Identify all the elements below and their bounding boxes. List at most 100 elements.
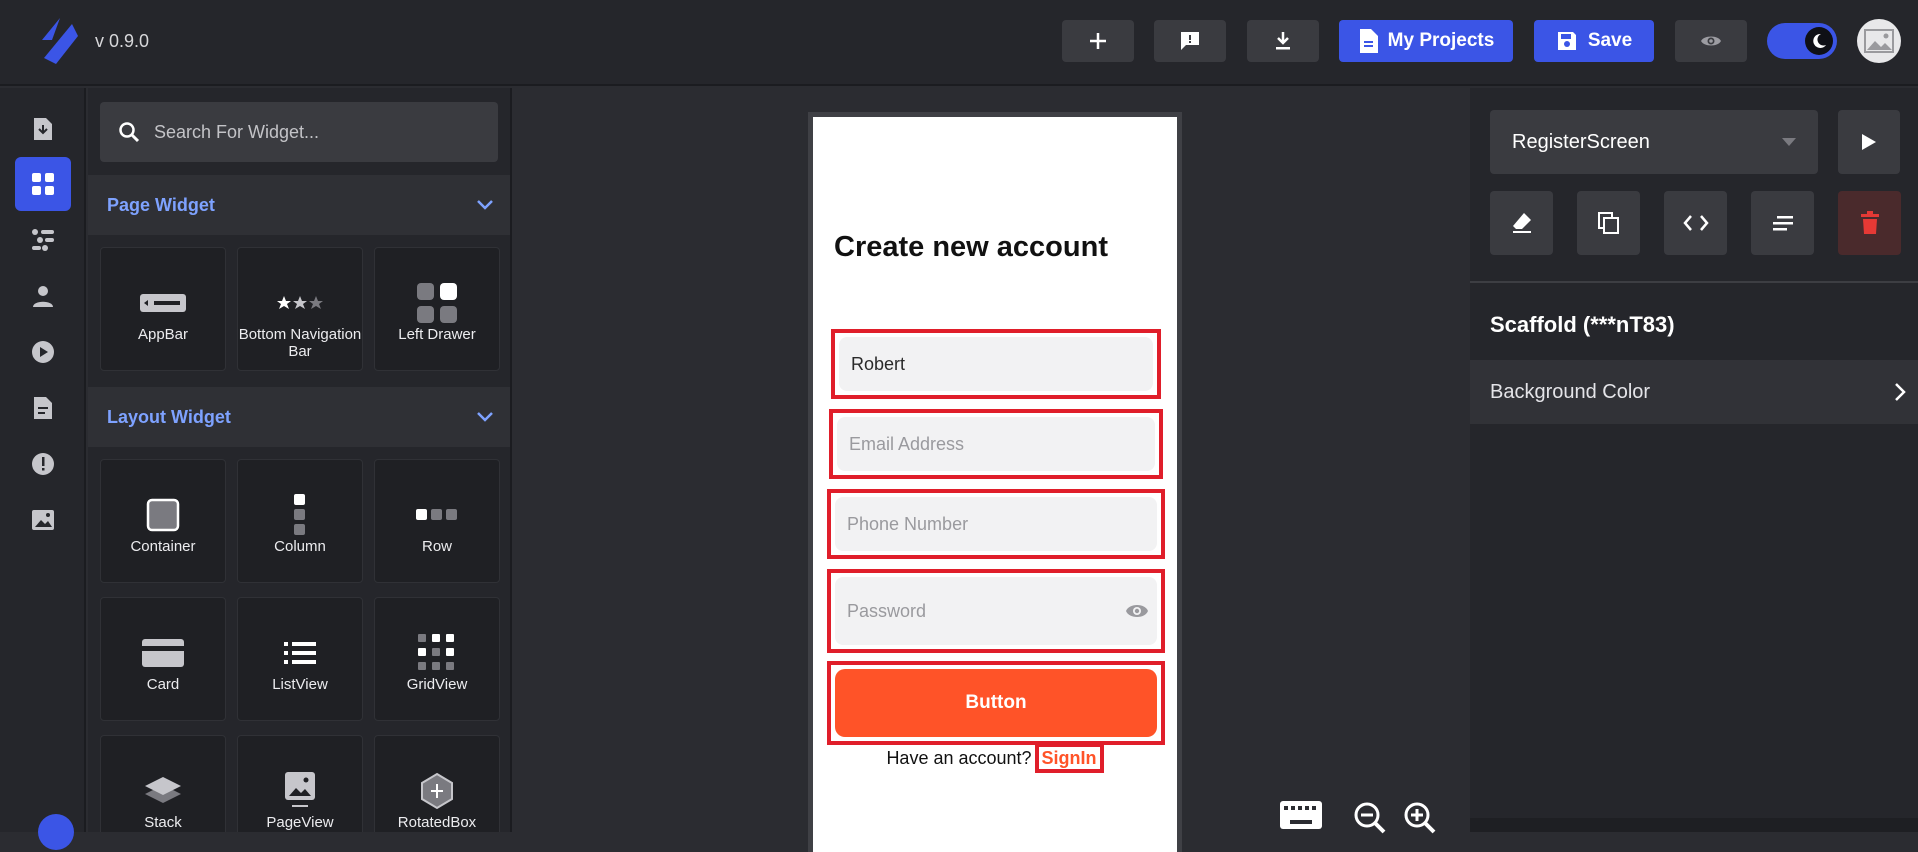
play-icon — [1862, 134, 1876, 150]
phone-field[interactable]: Phone Number — [835, 497, 1157, 551]
preview-button[interactable] — [1675, 20, 1747, 62]
selected-widget-name: Scaffold (***nT83) — [1490, 312, 1675, 337]
copy-button[interactable] — [1577, 191, 1640, 255]
phone-preview: Create new account Robert Email Address … — [808, 112, 1182, 852]
widget-label: AppBar — [137, 326, 189, 343]
eye-icon — [1701, 36, 1721, 46]
horizontal-scrollbar[interactable] — [1470, 818, 1918, 832]
widget-column[interactable]: Column — [237, 459, 363, 583]
save-button[interactable]: Save — [1534, 20, 1654, 62]
widget-bottom-navigation-bar[interactable]: Bottom Navigation Bar — [237, 247, 363, 371]
version-label: v 0.9.0 — [95, 31, 150, 51]
code-icon — [1682, 215, 1709, 231]
card-icon — [142, 632, 184, 674]
edit-button[interactable] — [1490, 191, 1553, 255]
expand-rail-button[interactable] — [38, 814, 74, 850]
rail-widgets[interactable] — [15, 157, 71, 211]
moon-icon — [1805, 27, 1833, 55]
widget-card[interactable]: Card — [100, 597, 226, 721]
document-icon — [34, 397, 52, 419]
my-projects-button[interactable]: My Projects — [1339, 20, 1513, 62]
trash-icon — [1860, 211, 1879, 234]
feedback-button[interactable] — [1154, 20, 1226, 62]
align-icon — [1772, 216, 1793, 231]
name-field[interactable]: Robert — [839, 337, 1153, 391]
keyboard-button[interactable] — [1279, 800, 1323, 830]
rail-media[interactable] — [15, 325, 71, 379]
widget-label: PageView — [266, 814, 334, 831]
run-button[interactable] — [1838, 110, 1900, 174]
top-bar: v 0.9.0 My Projects Save — [0, 0, 1918, 86]
widget-gridview[interactable]: GridView — [374, 597, 500, 721]
search-input[interactable] — [154, 121, 484, 143]
widget-label: Bottom Navigation Bar — [238, 326, 362, 360]
align-button[interactable] — [1751, 191, 1814, 255]
phone-field-wrapper: Phone Number — [827, 489, 1165, 559]
signin-link[interactable]: SignIn — [1034, 743, 1104, 773]
layout-widget-title: Layout Widget — [107, 406, 231, 427]
widget-container[interactable]: Container — [100, 459, 226, 583]
rail-import[interactable] — [15, 102, 71, 156]
chevron-down-icon — [477, 200, 493, 210]
submit-button-wrapper: Button — [827, 661, 1165, 745]
add-button[interactable] — [1062, 20, 1134, 62]
widget-label: Card — [146, 676, 180, 693]
column-icon — [294, 494, 306, 536]
email-field[interactable]: Email Address — [837, 417, 1155, 471]
widget-rotatedbox[interactable]: RotatedBox — [374, 735, 500, 832]
file-icon — [1359, 29, 1378, 53]
layout-widget-section-header[interactable]: Layout Widget — [88, 387, 510, 447]
widget-left-drawer[interactable]: Left Drawer — [374, 247, 500, 371]
container-icon — [146, 494, 180, 536]
rail-images[interactable] — [15, 493, 71, 547]
zoom-in-icon — [1404, 802, 1436, 834]
have-account-text: Have an account? — [886, 747, 1032, 768]
rail-alerts[interactable] — [15, 437, 71, 491]
download-button[interactable] — [1247, 20, 1319, 62]
play-circle-icon — [32, 341, 54, 363]
widget-label: Row — [421, 538, 452, 555]
image-icon — [32, 510, 54, 530]
delete-button[interactable] — [1838, 191, 1901, 255]
name-field-wrapper: Robert — [831, 329, 1161, 399]
widget-row[interactable]: Row — [374, 459, 500, 583]
drawer-icon — [417, 282, 457, 324]
submit-button[interactable]: Button — [835, 669, 1157, 737]
zoom-in-button[interactable] — [1402, 800, 1438, 836]
avatar[interactable] — [1857, 19, 1901, 63]
widget-pageview[interactable]: PageView — [237, 735, 363, 832]
left-rail — [0, 88, 86, 850]
eye-icon[interactable] — [1125, 603, 1149, 619]
password-placeholder: Password — [847, 600, 927, 621]
rail-tree[interactable] — [15, 213, 71, 267]
widget-label: ListView — [272, 676, 328, 693]
password-field-wrapper: Password — [827, 569, 1165, 653]
tree-icon — [32, 229, 54, 251]
save-label: Save — [1587, 30, 1633, 51]
background-color-row[interactable]: Background Color — [1470, 360, 1918, 424]
save-icon — [1557, 32, 1576, 50]
list-icon — [284, 632, 316, 674]
widget-listview[interactable]: ListView — [237, 597, 363, 721]
chevron-right-icon — [1895, 383, 1906, 401]
file-download-icon — [34, 118, 52, 140]
widget-appbar[interactable]: AppBar — [100, 247, 226, 371]
feedback-icon — [1181, 32, 1199, 50]
image-icon — [1864, 29, 1894, 53]
rail-pages[interactable] — [15, 381, 71, 435]
password-field[interactable]: Password — [835, 577, 1157, 645]
widget-label: GridView — [406, 676, 468, 693]
widget-panel: Page Widget AppBar Bottom Navigation Bar… — [88, 88, 512, 832]
grid-icon — [32, 173, 54, 195]
widget-stack[interactable]: Stack — [100, 735, 226, 832]
download-icon — [1276, 32, 1290, 50]
screen-select[interactable]: RegisterScreen — [1490, 110, 1818, 174]
page-widget-section-header[interactable]: Page Widget — [88, 175, 510, 235]
have-account-row: Have an account? SignIn — [813, 743, 1177, 773]
code-button[interactable] — [1664, 191, 1727, 255]
rail-user[interactable] — [15, 269, 71, 323]
zoom-out-button[interactable] — [1352, 800, 1388, 836]
dark-mode-toggle[interactable] — [1767, 23, 1837, 59]
rotate-icon — [418, 770, 456, 812]
stack-icon — [144, 770, 182, 812]
